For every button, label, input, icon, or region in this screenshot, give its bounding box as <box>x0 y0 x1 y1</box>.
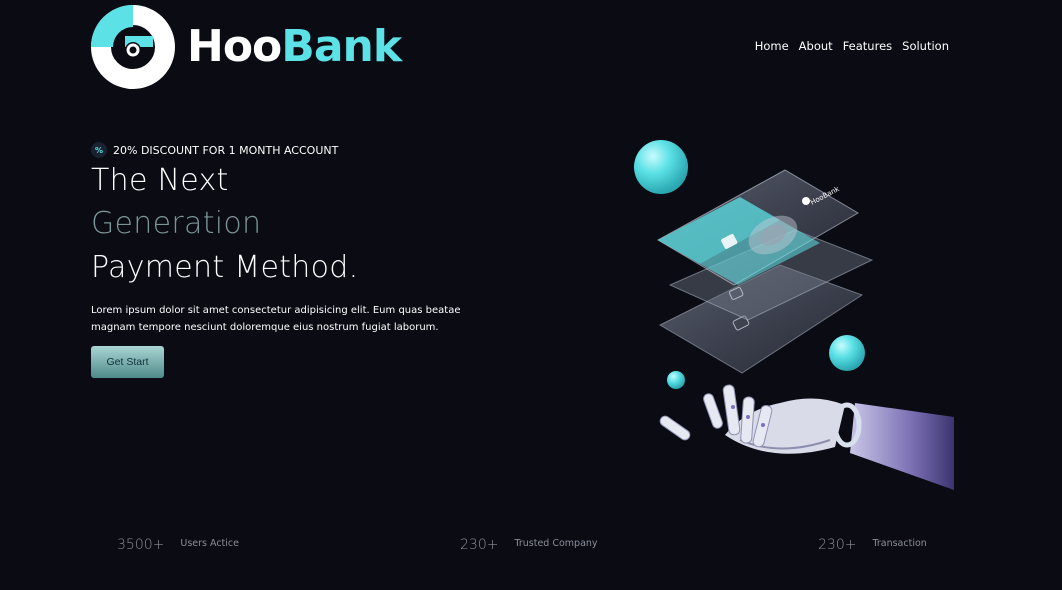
nav-item-solution[interactable]: Solution <box>902 39 949 53</box>
percent-icon: % <box>91 142 107 158</box>
stat-transactions: 230+ Transaction <box>818 537 927 553</box>
sphere-medium <box>829 335 865 371</box>
brand-wordmark: HooBank <box>187 25 402 69</box>
robot-hand <box>659 384 954 490</box>
get-start-button[interactable]: Get Start <box>91 346 164 378</box>
sphere-small <box>667 371 685 389</box>
headline-line-3: Payment Method. <box>91 250 359 285</box>
discount-text: 20% DISCOUNT FOR 1 MONTH ACCOUNT <box>113 143 339 157</box>
hero-description: Lorem ipsum dolor sit amet consectetur a… <box>91 305 461 333</box>
nav-item-home[interactable]: Home <box>755 39 789 53</box>
stat-users: 3500+ Users Actice <box>117 537 239 553</box>
stat-users-label: Users Actice <box>180 538 239 549</box>
sphere-large <box>634 140 688 194</box>
stat-companies: 230+ Trusted Company <box>460 537 598 553</box>
stat-transactions-value: 230+ <box>818 537 857 553</box>
brand-name-part1: Hoo <box>187 21 282 72</box>
brand-logo[interactable]: HooBank <box>91 5 402 89</box>
headline-line-2: Generation <box>91 206 262 241</box>
stat-companies-label: Trusted Company <box>514 538 598 549</box>
robot-hand-cards-illustration: HooBank <box>634 140 954 490</box>
nav-item-about[interactable]: About <box>799 39 833 53</box>
brand-name-part2: Bank <box>281 21 402 72</box>
landing-page: HooBank Home About Features Solution % 2… <box>0 0 1062 590</box>
main-nav: Home About Features Solution <box>755 39 949 53</box>
stat-users-value: 3500+ <box>117 537 165 553</box>
stat-companies-value: 230+ <box>460 537 499 553</box>
discount-badge: % 20% DISCOUNT FOR 1 MONTH ACCOUNT <box>91 142 338 158</box>
headline-line-1: The Next <box>91 163 229 198</box>
stat-transactions-label: Transaction <box>872 538 927 549</box>
logo-mark-icon <box>91 5 175 89</box>
nav-item-features[interactable]: Features <box>843 39 892 53</box>
